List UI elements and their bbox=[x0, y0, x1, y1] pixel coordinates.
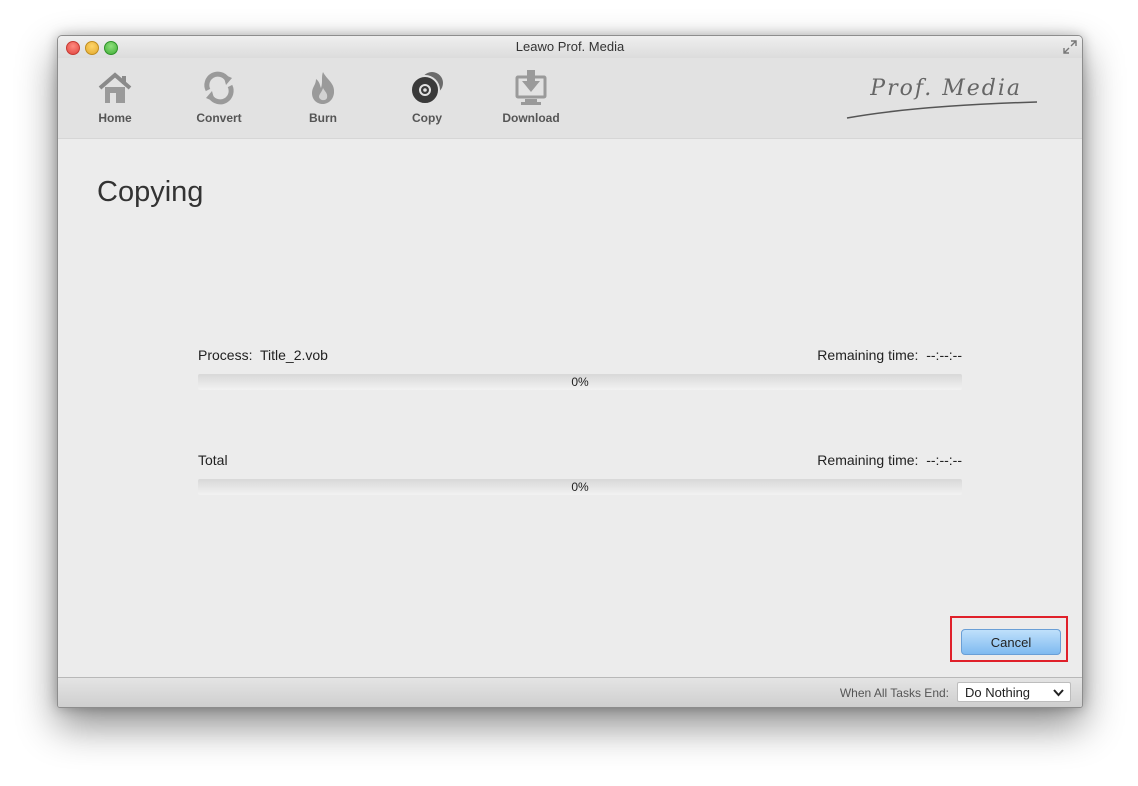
toolbar-burn-label: Burn bbox=[309, 111, 337, 125]
brand-logo: Prof. Media bbox=[842, 76, 1042, 126]
burn-icon bbox=[312, 72, 335, 104]
total-progress-bar: 0% bbox=[198, 479, 962, 495]
toolbar-copy[interactable]: Copy bbox=[382, 68, 472, 132]
select-value: Do Nothing bbox=[965, 685, 1031, 700]
toolbar-convert[interactable]: Convert bbox=[174, 68, 264, 132]
status-bar: When All Tasks End: Do Nothing bbox=[58, 677, 1082, 707]
toolbar-download[interactable]: Download bbox=[486, 68, 576, 132]
page-title: Copying bbox=[97, 176, 204, 208]
process-remaining-value: --:--:-- bbox=[926, 347, 962, 363]
toolbar-copy-label: Copy bbox=[412, 111, 442, 125]
cancel-button[interactable]: Cancel bbox=[961, 629, 1061, 655]
process-label: Process: Title_2.vob bbox=[198, 347, 328, 363]
process-remaining: Remaining time: --:--:-- bbox=[817, 347, 962, 363]
zoom-window-button[interactable] bbox=[104, 41, 118, 55]
toolbar-convert-label: Convert bbox=[196, 111, 242, 125]
window-title: Leawo Prof. Media bbox=[515, 39, 625, 54]
convert-icon bbox=[204, 71, 234, 105]
fullscreen-icon[interactable] bbox=[1063, 40, 1077, 54]
toolbar-burn[interactable]: Burn bbox=[278, 68, 368, 132]
toolbar-download-label: Download bbox=[502, 111, 560, 125]
title-bar: Leawo Prof. Media bbox=[58, 36, 1082, 58]
when-tasks-end-label: When All Tasks End: bbox=[839, 686, 949, 700]
process-progress-percent: 0% bbox=[571, 375, 589, 389]
when-tasks-end-select[interactable]: Do Nothing bbox=[957, 682, 1071, 702]
chevron-down-icon bbox=[1053, 689, 1064, 697]
brand-swoosh bbox=[846, 101, 1038, 119]
total-label: Total bbox=[198, 452, 228, 468]
process-file-name: Title_2.vob bbox=[260, 347, 328, 363]
app-window: Leawo Prof. Media Home Convert Burn Copy… bbox=[57, 35, 1083, 708]
total-remaining-value: --:--:-- bbox=[926, 452, 962, 468]
close-window-button[interactable] bbox=[66, 41, 80, 55]
minimize-window-button[interactable] bbox=[85, 41, 99, 55]
download-icon bbox=[515, 70, 547, 105]
total-progress-percent: 0% bbox=[571, 480, 589, 494]
toolbar-home[interactable]: Home bbox=[70, 68, 160, 132]
toolbar: Home Convert Burn Copy Download Prof. Me… bbox=[58, 58, 1082, 139]
copy-icon bbox=[410, 72, 443, 105]
total-remaining: Remaining time: --:--:-- bbox=[817, 452, 962, 468]
process-progress-bar: 0% bbox=[198, 374, 962, 390]
toolbar-home-label: Home bbox=[98, 111, 132, 125]
home-icon bbox=[98, 72, 132, 103]
